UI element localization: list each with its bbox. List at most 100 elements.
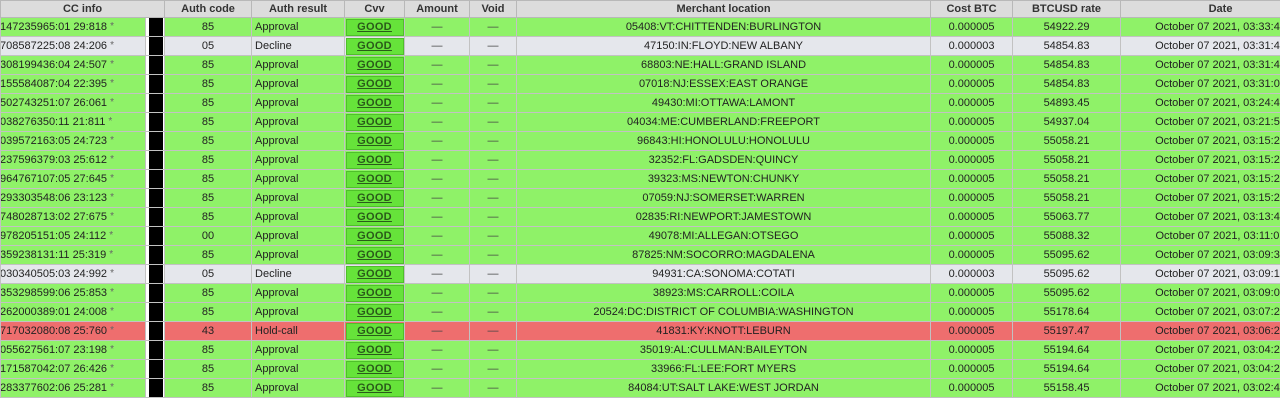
table-row[interactable]: 708587225:08 24:206 * 05 Decline GOOD — —47150… <box>0 36 1280 56</box>
cvv-good-badge[interactable]: GOOD <box>345 379 404 397</box>
card-thumbnail[interactable] <box>149 113 163 131</box>
table-row[interactable]: 283377602:06 25:281 * 85 Approval GOOD — —8408… <box>0 378 1280 398</box>
card-thumbnail[interactable] <box>149 246 163 264</box>
date-cell: October 07 2021, 03:07:25 <box>1120 302 1280 322</box>
cvv-good-badge[interactable]: GOOD <box>345 284 404 302</box>
cvv-good-badge[interactable]: GOOD <box>345 265 404 283</box>
card-thumbnail[interactable] <box>149 56 163 74</box>
date-cell: October 07 2021, 03:33:42 <box>1120 17 1280 37</box>
card-thumbnail[interactable] <box>149 75 163 93</box>
cvv-good-badge[interactable]: GOOD <box>345 208 404 226</box>
card-thumbnail[interactable] <box>149 303 163 321</box>
column-header-auth-result[interactable]: Auth result <box>251 0 346 18</box>
card-thumbnail[interactable] <box>149 94 163 112</box>
auth-code-cell: 85 <box>164 169 253 189</box>
column-header-btcusd-rate[interactable]: BTCUSD rate <box>1012 0 1122 18</box>
cc-info-text: 030340505:03 24:992 <box>0 268 108 280</box>
auth-result-cell: Approval <box>251 283 346 303</box>
column-header-amount[interactable]: Amount <box>404 0 471 18</box>
card-thumbnail[interactable] <box>149 37 163 55</box>
card-thumbnail[interactable] <box>149 265 163 283</box>
card-thumbnail[interactable] <box>149 208 163 226</box>
cvv-good-badge[interactable]: GOOD <box>345 37 404 55</box>
cvv-good-badge[interactable]: GOOD <box>345 132 404 150</box>
cvv-good-badge[interactable]: GOOD <box>345 303 404 321</box>
merchant-location-cell: 02835:RI:NEWPORT:JAMESTOWN <box>516 207 932 227</box>
cvv-good-badge[interactable]: GOOD <box>345 56 404 74</box>
table-body: 147235965:01 29:818 * 85 Approval GOOD — —0540… <box>0 17 1280 398</box>
table-row[interactable]: 237596379:03 25:612 * 85 Approval GOOD — —3235… <box>0 150 1280 170</box>
column-header-cvv[interactable]: Cvv <box>344 0 406 18</box>
void-cell: — <box>469 283 518 303</box>
cc-info-cell: 717032080:08 25:760 * <box>0 321 146 341</box>
column-header-cc-info[interactable]: CC info <box>0 0 166 18</box>
table-row[interactable]: 055627561:07 23:198 * 85 Approval GOOD — —3501… <box>0 340 1280 360</box>
column-header-cost-btc[interactable]: Cost BTC <box>930 0 1014 18</box>
table-row[interactable]: 308199436:04 24:507 * 85 Approval GOOD — —6880… <box>0 55 1280 75</box>
card-thumbnail[interactable] <box>149 341 163 359</box>
asterisk-marker: * <box>110 363 114 374</box>
column-header-auth-code[interactable]: Auth code <box>164 0 253 18</box>
merchant-location-cell: 20524:DC:DISTRICT OF COLUMBIA:WASHINGTON <box>516 302 932 322</box>
table-row[interactable]: 293303548:06 23:123 * 85 Approval GOOD — —0705… <box>0 188 1280 208</box>
table-row[interactable]: 964767107:05 27:645 * 85 Approval GOOD — —3932… <box>0 169 1280 189</box>
cvv-good-badge[interactable]: GOOD <box>345 94 404 112</box>
table-row[interactable]: 038276350:11 21:811 * 85 Approval GOOD — —0403… <box>0 112 1280 132</box>
column-header-void[interactable]: Void <box>469 0 518 18</box>
table-row[interactable]: 039572163:05 24:723 * 85 Approval GOOD — —9684… <box>0 131 1280 151</box>
cvv-good-badge[interactable]: GOOD <box>345 151 404 169</box>
cc-info-text: 308199436:04 24:507 <box>0 59 108 71</box>
card-thumbnail[interactable] <box>149 322 163 340</box>
auth-code-cell: 05 <box>164 264 253 284</box>
cvv-good-badge[interactable]: GOOD <box>345 189 404 207</box>
asterisk-marker: * <box>110 382 114 393</box>
card-thumbnail[interactable] <box>149 132 163 150</box>
card-thumbnail[interactable] <box>149 151 163 169</box>
table-row[interactable]: 502743251:07 26:061 * 85 Approval GOOD — —4943… <box>0 93 1280 113</box>
cvv-good-badge[interactable]: GOOD <box>345 360 404 378</box>
date-cell: October 07 2021, 03:09:30 <box>1120 245 1280 265</box>
auth-code-cell: 85 <box>164 131 253 151</box>
card-thumbnail[interactable] <box>149 18 163 36</box>
table-row[interactable]: 155584087:04 22:395 * 85 Approval GOOD — —0701… <box>0 74 1280 94</box>
merchant-location-cell: 47150:IN:FLOYD:NEW ALBANY <box>516 36 932 56</box>
table-row[interactable]: 147235965:01 29:818 * 85 Approval GOOD — —0540… <box>0 17 1280 37</box>
auth-code-cell: 43 <box>164 321 253 341</box>
cvv-good-badge[interactable]: GOOD <box>345 113 404 131</box>
auth-code-cell: 85 <box>164 55 253 75</box>
table-row[interactable]: 262000389:01 24:008 * 85 Approval GOOD — —2052… <box>0 302 1280 322</box>
date-cell: October 07 2021, 03:04:28 <box>1120 340 1280 360</box>
table-row[interactable]: 748028713:02 27:675 * 85 Approval GOOD — —0283… <box>0 207 1280 227</box>
cost-btc-cell: 0.000005 <box>930 245 1014 265</box>
table-row[interactable]: 978205151:05 24:112 * 00 Approval GOOD — —4907… <box>0 226 1280 246</box>
cvv-good-badge[interactable]: GOOD <box>345 341 404 359</box>
table-row[interactable]: 717032080:08 25:760 * 43 Hold-call GOOD — —418… <box>0 321 1280 341</box>
asterisk-marker: * <box>109 249 114 260</box>
table-row[interactable]: 030340505:03 24:992 * 05 Decline GOOD — —94931… <box>0 264 1280 284</box>
card-thumbnail[interactable] <box>149 189 163 207</box>
column-header-date[interactable]: Date <box>1120 0 1280 18</box>
table-row[interactable]: 353298599:06 25:853 * 85 Approval GOOD — —3892… <box>0 283 1280 303</box>
cvv-good-badge[interactable]: GOOD <box>345 246 404 264</box>
table-row[interactable]: 359238131:11 25:319 * 85 Approval GOOD — —8782… <box>0 245 1280 265</box>
card-thumbnail[interactable] <box>149 284 163 302</box>
cvv-good-badge[interactable]: GOOD <box>345 75 404 93</box>
auth-result-cell: Approval <box>251 93 346 113</box>
cvv-good-badge[interactable]: GOOD <box>345 322 404 340</box>
card-thumbnail[interactable] <box>149 170 163 188</box>
cc-info-cell: 155584087:04 22:395 * <box>0 74 146 94</box>
cost-btc-cell: 0.000005 <box>930 321 1014 341</box>
cvv-good-badge[interactable]: GOOD <box>345 18 404 36</box>
cvv-good-badge[interactable]: GOOD <box>345 227 404 245</box>
merchant-location-cell: 35019:AL:CULLMAN:BAILEYTON <box>516 340 932 360</box>
cvv-cell: GOOD <box>344 55 406 75</box>
card-thumbnail[interactable] <box>149 360 163 378</box>
void-cell: — <box>469 74 518 94</box>
card-thumbnail[interactable] <box>149 227 163 245</box>
column-header-merchant-location[interactable]: Merchant location <box>516 0 932 18</box>
cvv-good-badge[interactable]: GOOD <box>345 170 404 188</box>
auth-result-cell: Approval <box>251 378 346 398</box>
asterisk-marker: * <box>110 306 114 317</box>
table-row[interactable]: 171587042:07 26:426 * 85 Approval GOOD — —3396… <box>0 359 1280 379</box>
card-thumbnail[interactable] <box>149 379 163 397</box>
